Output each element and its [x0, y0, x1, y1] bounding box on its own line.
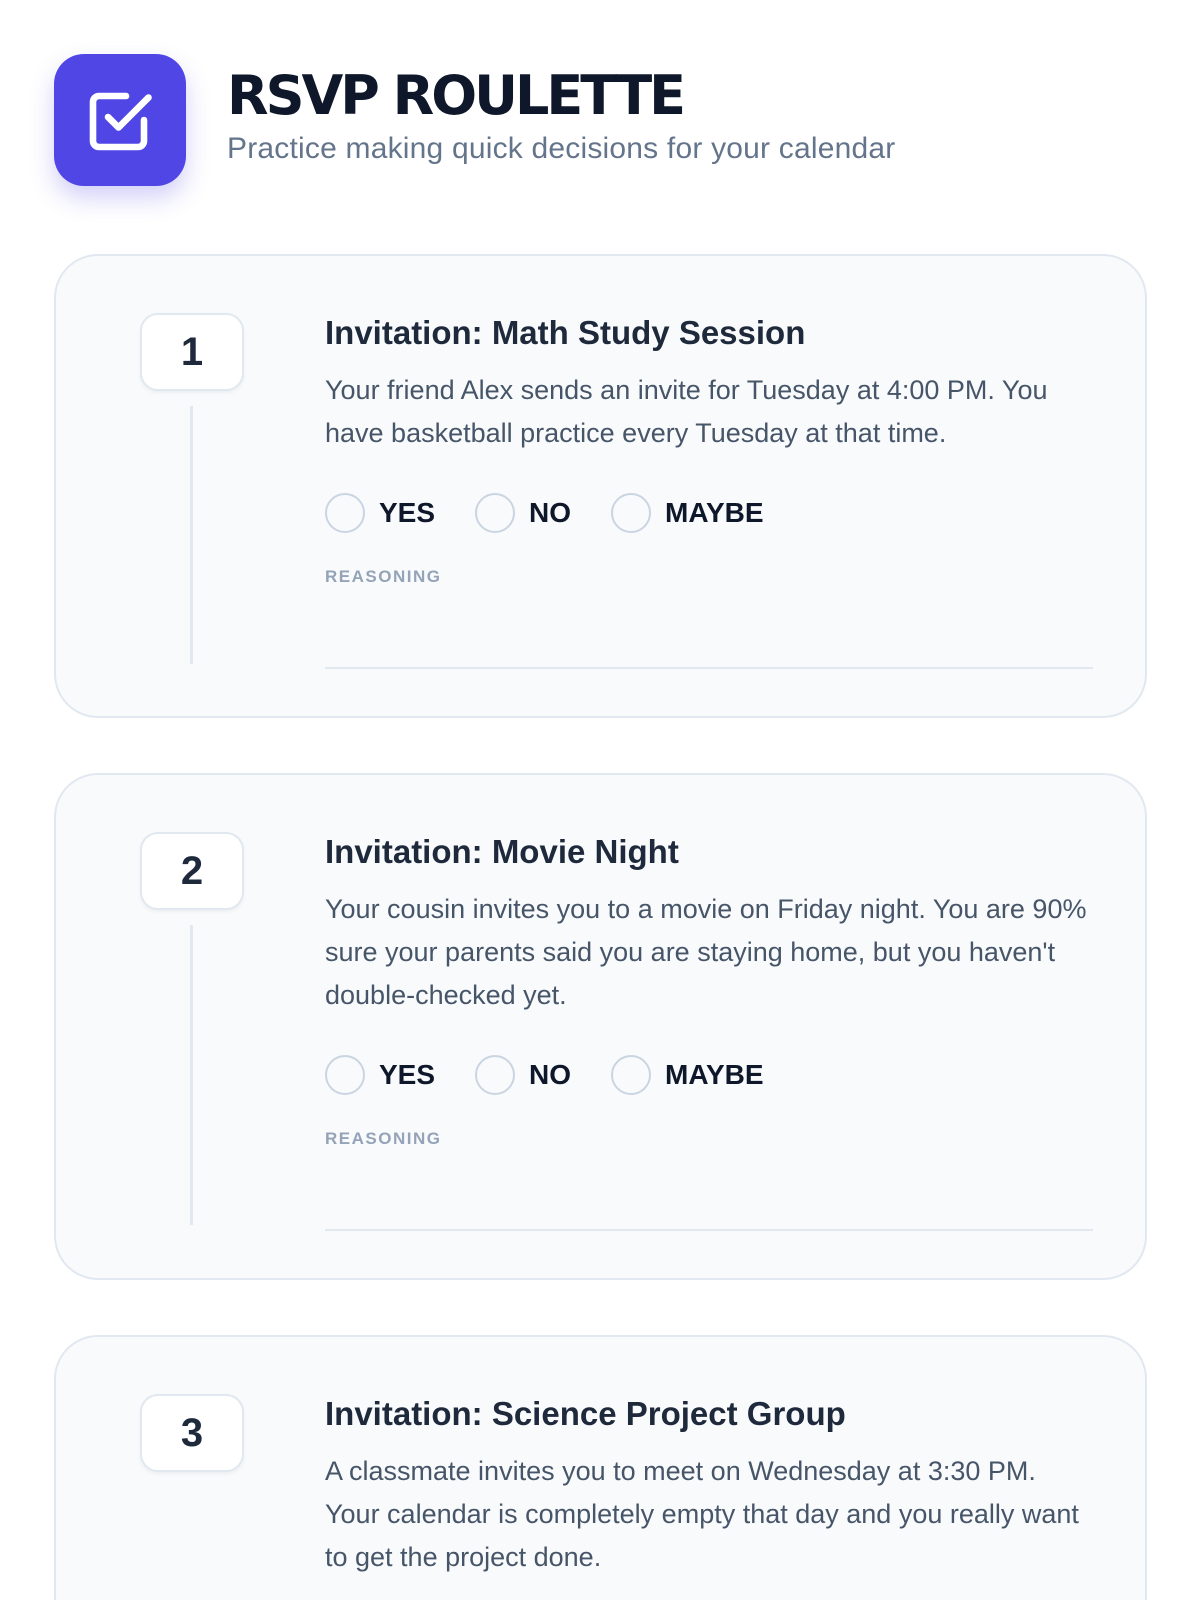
header-text: RSVP ROULETTE Practice making quick deci…: [227, 66, 895, 165]
radio-button[interactable]: [475, 492, 516, 533]
invitation-content: Invitation: Math Study Session Your frie…: [325, 312, 1093, 669]
option-label: YES: [379, 496, 436, 528]
radio-button[interactable]: [325, 1054, 365, 1095]
invitation-title: Invitation: Movie Night: [325, 833, 679, 870]
reasoning-label: REASONING: [325, 1128, 442, 1148]
step-number-badge: 3: [140, 1394, 244, 1472]
page: RSVP ROULETTE Practice making quick deci…: [0, 0, 1200, 1600]
rsvp-options: YES NO MAYBE: [325, 1054, 1093, 1095]
app-logo: [54, 54, 186, 186]
app-title: RSVP ROULETTE: [227, 64, 686, 128]
invitation-card-2: 2 Invitation: Movie Night Your cousin in…: [54, 773, 1147, 1280]
timeline-connector: [190, 406, 193, 664]
option-label: MAYBE: [665, 1058, 764, 1090]
invitation-card-3: 3 Invitation: Science Project Group A cl…: [54, 1335, 1147, 1600]
checkbox-check-icon: [89, 92, 152, 151]
step-number-badge: 2: [140, 832, 244, 910]
reasoning-input[interactable]: [325, 598, 1093, 669]
invitation-content: Invitation: Movie Night Your cousin invi…: [325, 831, 1093, 1231]
app-subtitle: Practice making quick decisions for your…: [227, 131, 896, 165]
radio-button[interactable]: [475, 1054, 516, 1095]
rsvp-option-yes[interactable]: YES: [325, 1054, 436, 1095]
option-label: NO: [529, 496, 572, 528]
timeline-connector: [190, 925, 193, 1225]
option-label: YES: [379, 1058, 436, 1090]
invitation-title: Invitation: Math Study Session: [325, 314, 806, 351]
rsvp-options: YES NO MAYBE: [325, 492, 1093, 533]
invitation-description: Your cousin invites you to a movie on Fr…: [325, 893, 1087, 1010]
invitation-title: Invitation: Science Project Group: [325, 1395, 846, 1432]
invitation-content: Invitation: Science Project Group A clas…: [325, 1393, 1093, 1579]
reasoning-label: REASONING: [325, 566, 442, 586]
invitation-description: Your friend Alex sends an invite for Tue…: [325, 374, 1048, 448]
rsvp-option-maybe[interactable]: MAYBE: [611, 1054, 764, 1095]
rsvp-option-yes[interactable]: YES: [325, 492, 436, 533]
reasoning-input[interactable]: [325, 1160, 1093, 1231]
app-header: RSVP ROULETTE Practice making quick deci…: [54, 54, 895, 186]
radio-button[interactable]: [325, 492, 365, 533]
step-number-badge: 1: [140, 313, 244, 391]
option-label: NO: [529, 1058, 572, 1090]
rsvp-option-maybe[interactable]: MAYBE: [611, 492, 764, 533]
rsvp-option-no[interactable]: NO: [475, 1054, 572, 1095]
invitation-description: A classmate invites you to meet on Wedne…: [325, 1455, 1079, 1572]
invitation-card-1: 1 Invitation: Math Study Session Your fr…: [54, 254, 1147, 718]
option-label: MAYBE: [665, 496, 764, 528]
radio-button[interactable]: [611, 1054, 652, 1095]
rsvp-option-no[interactable]: NO: [475, 492, 572, 533]
radio-button[interactable]: [611, 492, 652, 533]
